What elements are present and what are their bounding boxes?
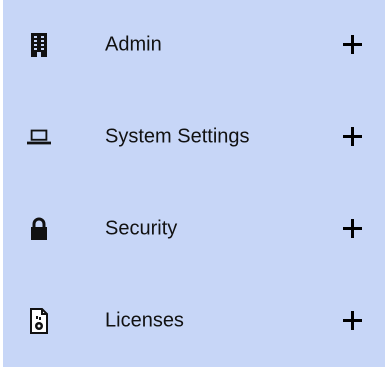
plus-icon[interactable] xyxy=(343,310,365,332)
menu-item-licenses[interactable]: Licenses xyxy=(3,276,385,366)
plus-icon[interactable] xyxy=(343,126,365,148)
sidebar-menu: Admin System Settings Security Licenses xyxy=(3,0,385,367)
laptop-icon xyxy=(27,125,51,149)
menu-item-label: System Settings xyxy=(105,125,250,148)
menu-item-system-settings[interactable]: System Settings xyxy=(3,92,385,182)
menu-item-label: Admin xyxy=(105,33,162,56)
menu-item-label: Security xyxy=(105,217,178,240)
menu-item-label: Licenses xyxy=(105,309,184,332)
certificate-file-icon xyxy=(27,308,51,334)
menu-item-security[interactable]: Security xyxy=(3,184,385,274)
lock-icon xyxy=(27,217,51,241)
plus-icon[interactable] xyxy=(343,218,365,240)
plus-icon[interactable] xyxy=(343,34,365,56)
menu-item-admin[interactable]: Admin xyxy=(3,0,385,90)
building-icon xyxy=(27,33,51,57)
